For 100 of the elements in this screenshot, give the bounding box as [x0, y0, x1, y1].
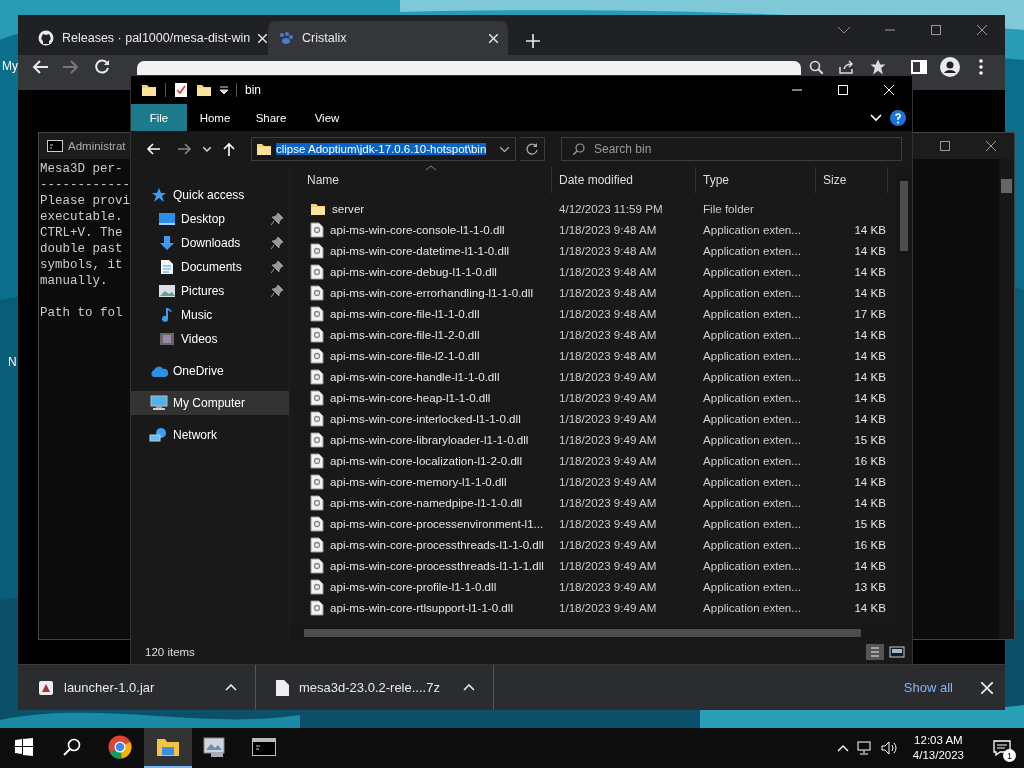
table-cell-text: 1/18/2023 9:48 AM — [558, 265, 658, 278]
table-cell-text: 14 KB — [853, 370, 887, 383]
file-name-cell[interactable]: api-ms-win-core-namedpipe-l1-1-0.dll — [290, 494, 552, 511]
search-field[interactable]: Search bin — [561, 137, 902, 161]
console-line: CTRL+V. The — [40, 225, 123, 241]
table-cell-text: 14 KB — [853, 328, 887, 341]
file-name-cell[interactable]: api-ms-win-core-errorhandling-l1-1-0.dll — [290, 284, 552, 301]
table-cell-text: 14 KB — [853, 559, 887, 572]
nav-item[interactable]: OneDrive — [131, 359, 289, 383]
table-cell-text: 14 KB — [853, 412, 887, 425]
table-cell-text: Application exten... — [702, 391, 802, 404]
table-cell-text: Application exten... — [702, 496, 802, 509]
show-all-button[interactable]: Show all — [897, 679, 959, 696]
column-header[interactable]: Size — [816, 167, 888, 193]
table-cell-text: 14 KB — [853, 496, 887, 509]
nav-item[interactable]: Videos — [131, 327, 289, 351]
column-header[interactable]: Name — [290, 167, 552, 193]
file-name-cell[interactable]: api-ms-win-core-localization-l1-2-0.dll — [290, 452, 552, 469]
column-header[interactable]: Type — [696, 167, 816, 193]
table-cell-text: Application exten... — [702, 601, 802, 614]
table-cell-text: Application exten... — [702, 286, 802, 299]
table-cell-text: 14 KB — [853, 265, 887, 278]
console-line: double past — [40, 241, 123, 257]
file-name-cell[interactable]: api-ms-win-core-processthreads-l1-1-1.dll — [290, 557, 552, 574]
table-cell-text: 1/18/2023 9:49 AM — [558, 496, 658, 509]
table-cell-text: 14 KB — [853, 223, 887, 236]
table-cell-text: Application exten... — [702, 517, 802, 530]
table-cell-text: Application exten... — [702, 370, 802, 383]
file-name-cell[interactable]: api-ms-win-core-datetime-l1-1-0.dll — [290, 242, 552, 259]
table-cell-text: 1/18/2023 9:48 AM — [558, 307, 658, 320]
table-cell-text: 14 KB — [853, 286, 887, 299]
address-field[interactable]: clipse Adoptium\jdk-17.0.6.10-hotspot\bin — [251, 137, 516, 161]
table-cell-text: Application exten... — [702, 580, 802, 593]
table-cell-text: 1/18/2023 9:49 AM — [558, 517, 658, 530]
table-cell-text: 13 KB — [853, 580, 887, 593]
file-name-cell[interactable]: api-ms-win-core-processenvironment-l1... — [290, 515, 552, 532]
desktop-icon-label: My — [2, 59, 18, 73]
nav-item[interactable]: My Computer — [131, 391, 289, 415]
file-name-cell[interactable]: api-ms-win-core-processthreads-l1-1-0.dll — [290, 536, 552, 553]
table-cell-text: 14 KB — [853, 475, 887, 488]
console-line: Path to fol — [40, 305, 123, 321]
file-name-cell[interactable]: server — [290, 201, 552, 216]
ribbon-tab[interactable]: Share — [243, 104, 299, 131]
table-cell-text: File folder — [702, 202, 755, 215]
file-name-cell[interactable]: api-ms-win-core-file-l2-1-0.dll — [290, 347, 552, 364]
file-name-cell[interactable]: api-ms-win-core-file-l1-2-0.dll — [290, 326, 552, 343]
console-line: Please provi — [40, 193, 130, 209]
table-cell-text: 4/12/2023 11:59 PM — [558, 202, 664, 215]
table-cell-text: Application exten... — [702, 307, 802, 320]
browser-tab[interactable]: Cristalix — [268, 21, 508, 55]
console-line: Mesa3D per- — [40, 161, 123, 177]
table-cell-text: Application exten... — [702, 538, 802, 551]
table-cell-text: 1/18/2023 9:49 AM — [558, 433, 658, 446]
table-cell-text: 14 KB — [853, 601, 887, 614]
nav-item[interactable]: Pictures — [131, 279, 289, 303]
nav-item[interactable]: Quick access — [131, 183, 289, 207]
table-cell-text: Application exten... — [702, 559, 802, 572]
table-cell-text: 16 KB — [853, 454, 887, 467]
table-cell-text: Application exten... — [702, 265, 802, 278]
ribbon-tab[interactable]: View — [299, 104, 355, 131]
table-cell-text: 17 KB — [853, 307, 887, 320]
table-cell-text: 1/18/2023 9:49 AM — [558, 391, 658, 404]
table-cell-text: 1/18/2023 9:49 AM — [558, 538, 658, 551]
file-name-cell[interactable]: api-ms-win-core-file-l1-1-0.dll — [290, 305, 552, 322]
ribbon-tab[interactable]: File — [131, 104, 187, 131]
nav-item[interactable]: Documents — [131, 255, 289, 279]
browser-tab[interactable]: Releases · pal1000/mesa-dist-win — [28, 21, 268, 55]
table-cell-text: 16 KB — [853, 538, 887, 551]
table-cell-text: 1/18/2023 9:49 AM — [558, 559, 658, 572]
notification-button[interactable]: 1 — [980, 728, 1024, 768]
table-cell-text: 1/18/2023 9:48 AM — [558, 349, 658, 362]
nav-item[interactable]: Desktop — [131, 207, 289, 231]
nav-item[interactable]: Downloads — [131, 231, 289, 255]
table-cell-text: Application exten... — [702, 328, 802, 341]
nav-item[interactable]: Music — [131, 303, 289, 327]
table-cell-text: 1/18/2023 9:48 AM — [558, 286, 658, 299]
console-line: executable. — [40, 209, 123, 225]
table-cell-text: Application exten... — [702, 433, 802, 446]
table-cell-text: 1/18/2023 9:48 AM — [558, 223, 658, 236]
file-name-cell[interactable]: api-ms-win-core-heap-l1-1-0.dll — [290, 389, 552, 406]
table-cell-text: Application exten... — [702, 412, 802, 425]
clock[interactable]: 12:03 AM 4/13/2023 — [904, 733, 972, 763]
window-title: bin — [245, 83, 261, 97]
table-cell-text: 14 KB — [853, 349, 887, 362]
window-title: Administrat — [68, 140, 126, 152]
file-name-cell[interactable]: api-ms-win-core-debug-l1-1-0.dll — [290, 263, 552, 280]
file-name-cell[interactable]: api-ms-win-core-libraryloader-l1-1-0.dll — [290, 431, 552, 448]
table-cell-text: 1/18/2023 9:49 AM — [558, 475, 658, 488]
console-line: manually. — [40, 273, 108, 289]
file-name-cell[interactable]: api-ms-win-core-profile-l1-1-0.dll — [290, 578, 552, 595]
table-cell-text: Application exten... — [702, 244, 802, 257]
nav-item[interactable]: Network — [131, 423, 289, 447]
console-line: symbols, it — [40, 257, 123, 273]
file-name-cell[interactable]: api-ms-win-core-memory-l1-1-0.dll — [290, 473, 552, 490]
file-name-cell[interactable]: api-ms-win-core-console-l1-1-0.dll — [290, 221, 552, 238]
column-header[interactable]: Date modified — [552, 167, 696, 193]
ribbon-tab[interactable]: Home — [187, 104, 243, 131]
file-name-cell[interactable]: api-ms-win-core-interlocked-l1-1-0.dll — [290, 410, 552, 427]
file-name-cell[interactable]: api-ms-win-core-handle-l1-1-0.dll — [290, 368, 552, 385]
file-name-cell[interactable]: api-ms-win-core-rtlsupport-l1-1-0.dll — [290, 599, 552, 616]
